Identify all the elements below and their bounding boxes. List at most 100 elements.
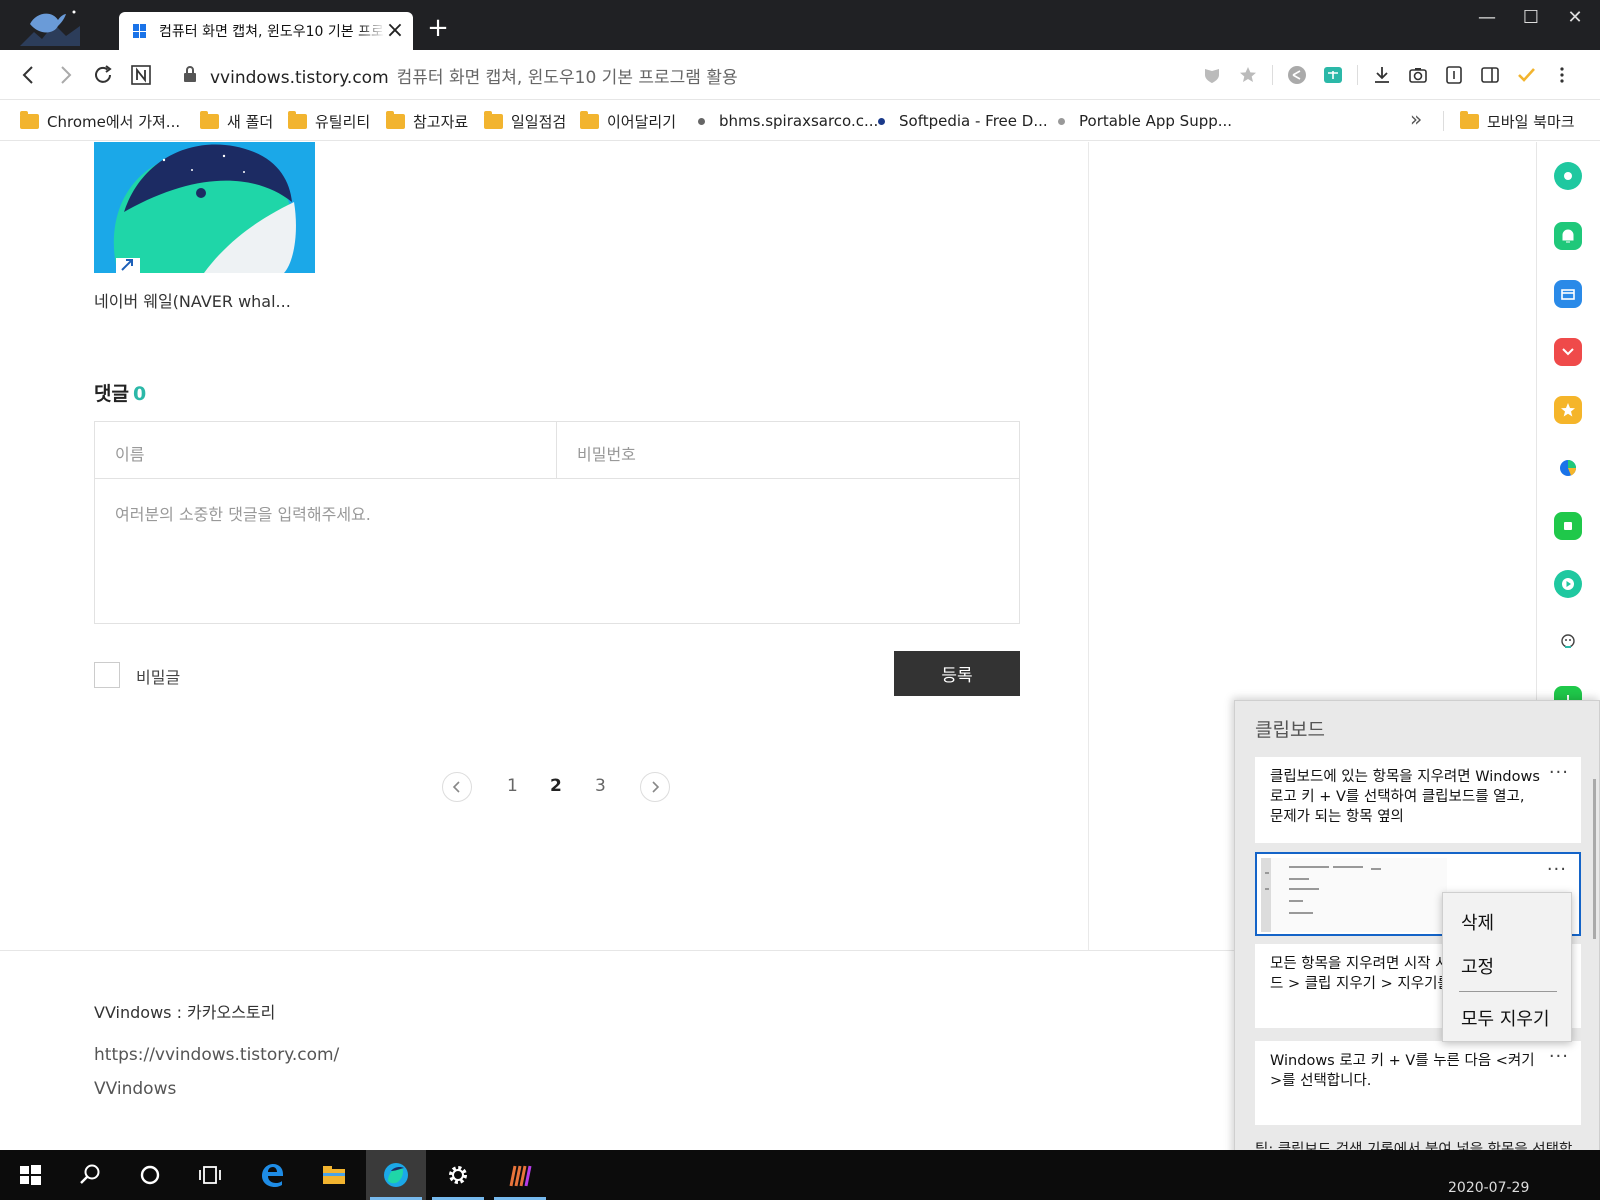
- close-window-button[interactable]: ✕: [1554, 4, 1596, 32]
- share-icon[interactable]: [1279, 62, 1315, 88]
- green-square-icon[interactable]: [1554, 512, 1582, 540]
- archive-box-icon[interactable]: [1554, 280, 1582, 308]
- comment-textarea[interactable]: 여러분의 소중한 댓글을 입력해주세요.: [95, 479, 1019, 623]
- character-avatar-icon[interactable]: [1554, 628, 1582, 656]
- green-circle-icon[interactable]: [1554, 162, 1582, 190]
- naver-n-icon: [131, 65, 151, 85]
- bookmark-folder[interactable]: 참고자료: [386, 109, 468, 133]
- password-input[interactable]: 비밀번호: [557, 422, 1019, 479]
- menu-icon[interactable]: [1544, 62, 1580, 88]
- cortana-button[interactable]: [120, 1150, 180, 1200]
- more-options-icon[interactable]: ···: [1547, 860, 1567, 880]
- footer-blog-name[interactable]: VVindows: [94, 1079, 176, 1099]
- media-play-icon[interactable]: [1554, 570, 1582, 598]
- url-field[interactable]: vvindows.tistory.com 컴퓨터 화면 캡쳐, 윈도우10 기본 …: [210, 63, 738, 88]
- name-input[interactable]: 이름: [95, 422, 557, 479]
- bookmark-folder[interactable]: 유틸리티: [288, 109, 370, 133]
- mobile-bookmarks-folder[interactable]: 모바일 북마크: [1460, 109, 1575, 133]
- thumbnail-caption[interactable]: 네이버 웨일(NAVER whal...: [94, 288, 291, 312]
- bookmark-folder[interactable]: Chrome에서 가져...: [20, 109, 180, 133]
- shield-icon[interactable]: [1194, 62, 1230, 88]
- screenshot-thumbnail: [1261, 858, 1447, 932]
- file-explorer-button[interactable]: [304, 1150, 364, 1200]
- windows-favicon-icon: [133, 24, 147, 38]
- more-options-icon[interactable]: ···: [1549, 763, 1569, 783]
- start-button[interactable]: [0, 1150, 60, 1200]
- pocket-icon[interactable]: [1554, 338, 1582, 366]
- bookmark-label: bhms.spiraxsarco.c...: [719, 112, 879, 130]
- translate-icon[interactable]: [1315, 62, 1351, 88]
- bookmarks-overflow-button[interactable]: »: [1410, 107, 1422, 131]
- back-button[interactable]: [15, 61, 43, 89]
- whale-logo-icon[interactable]: [20, 6, 80, 46]
- clear-all-menu-item[interactable]: 모두 지우기: [1461, 1005, 1550, 1031]
- title-bar: 컴퓨터 화면 캡쳐, 윈도우10 기본 프로그램 활용 × + — ☐ ✕: [0, 0, 1600, 50]
- close-tab-icon[interactable]: ×: [385, 20, 405, 42]
- split-view-icon[interactable]: [1472, 62, 1508, 88]
- bookmarks-divider: [1443, 111, 1444, 131]
- taskbar-date[interactable]: 2020-07-29: [1448, 1180, 1529, 1196]
- comments-label: 댓글: [94, 383, 129, 405]
- folder-icon: [20, 110, 39, 129]
- chevron-left-icon: [452, 781, 460, 793]
- page-link[interactable]: 3: [595, 776, 606, 796]
- footer-url-link[interactable]: https://vvindows.tistory.com/: [94, 1045, 339, 1065]
- clipboard-scrollbar[interactable]: [1593, 779, 1596, 939]
- clipboard-item[interactable]: 클립보드에 있는 항목을 지우려면 Windows 로고 키 + V를 선택하여…: [1255, 757, 1581, 843]
- folder-icon: [323, 1166, 345, 1184]
- settings-button[interactable]: [428, 1150, 488, 1200]
- bookmark-label: 모바일 북마크: [1487, 112, 1575, 131]
- pie-chart-icon[interactable]: [1554, 454, 1582, 482]
- submit-comment-button[interactable]: 등록: [894, 651, 1020, 696]
- search-button[interactable]: [60, 1150, 120, 1200]
- bookmark-site[interactable]: bhms.spiraxsarco.c...: [698, 109, 878, 133]
- naver-home-button[interactable]: [127, 61, 155, 89]
- new-tab-button[interactable]: +: [424, 14, 452, 42]
- page-link-current[interactable]: 2: [550, 776, 562, 796]
- pin-menu-item[interactable]: 고정: [1461, 953, 1494, 979]
- clipboard-item[interactable]: Windows 로고 키 + V를 누른 다음 <켜기>를 선택합니다. ···: [1255, 1041, 1581, 1125]
- secret-checkbox[interactable]: [94, 662, 120, 688]
- app-button[interactable]: [490, 1150, 550, 1200]
- related-post-thumbnail[interactable]: [94, 142, 315, 273]
- folder-icon: [1460, 110, 1479, 129]
- forward-button[interactable]: [51, 61, 79, 89]
- active-tab[interactable]: 컴퓨터 화면 캡쳐, 윈도우10 기본 프로그램 활용 ×: [119, 12, 413, 50]
- menu-separator: [1459, 991, 1557, 992]
- prev-page-button[interactable]: [442, 772, 472, 802]
- reload-icon: [95, 65, 112, 83]
- gear-icon: [449, 1166, 467, 1184]
- reader-mode-icon[interactable]: [1436, 62, 1472, 88]
- url-host: vvindows.tistory.com: [210, 68, 389, 88]
- lock-icon[interactable]: [183, 66, 197, 82]
- bookmark-site[interactable]: Portable App Supp...: [1058, 109, 1232, 133]
- search-icon: [80, 1164, 100, 1184]
- bookmark-folder[interactable]: 이어달리기: [580, 109, 676, 133]
- page-link[interactable]: 1: [507, 776, 518, 796]
- bookmark-star-icon[interactable]: [1230, 62, 1266, 88]
- favorites-star-icon[interactable]: [1554, 396, 1582, 424]
- maximize-button[interactable]: ☐: [1510, 4, 1552, 32]
- more-options-icon[interactable]: ···: [1549, 1047, 1569, 1067]
- next-page-button[interactable]: [640, 772, 670, 802]
- site-favicon-icon: [698, 117, 705, 125]
- cortana-circle-icon: [140, 1165, 160, 1185]
- notification-bell-icon[interactable]: [1554, 222, 1582, 250]
- task-view-button[interactable]: [180, 1150, 240, 1200]
- bookmark-folder[interactable]: 일일점검: [484, 109, 566, 133]
- bookmark-label: Softpedia - Free D...: [899, 112, 1048, 130]
- bookmark-site[interactable]: Softpedia - Free D...: [878, 109, 1048, 133]
- check-extension-icon[interactable]: [1508, 62, 1544, 88]
- reload-button[interactable]: [89, 61, 117, 89]
- camera-icon[interactable]: [1400, 62, 1436, 88]
- bookmark-label: 참고자료: [413, 112, 469, 131]
- download-icon[interactable]: [1364, 62, 1400, 88]
- bookmark-folder[interactable]: 새 폴더: [200, 109, 273, 133]
- naver-whale-image: [94, 142, 315, 273]
- whale-browser-button[interactable]: [366, 1150, 426, 1200]
- edge-browser-button[interactable]: [242, 1150, 302, 1200]
- bookmark-label: 유틸리티: [315, 112, 371, 131]
- bookmarks-bar: Chrome에서 가져... 새 폴더 유틸리티 참고자료 일일점검 이어달리기…: [0, 101, 1600, 141]
- minimize-button[interactable]: —: [1466, 4, 1508, 32]
- delete-menu-item[interactable]: 삭제: [1461, 909, 1494, 935]
